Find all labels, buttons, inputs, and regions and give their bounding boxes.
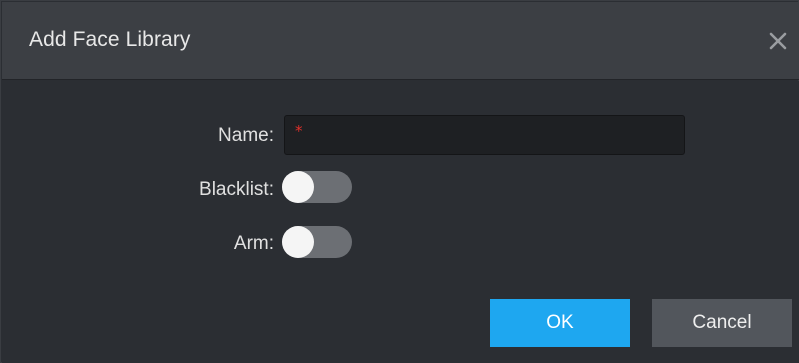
add-face-library-dialog: Add Face Library Name: * Blacklist: Arm:… <box>0 0 799 363</box>
blacklist-toggle[interactable] <box>282 171 352 203</box>
toggle-knob <box>282 171 314 203</box>
toggle-knob <box>282 226 314 258</box>
close-button[interactable] <box>763 26 793 56</box>
ok-button[interactable]: OK <box>490 299 630 347</box>
dialog-titlebar: Add Face Library <box>2 2 799 80</box>
name-label: Name: <box>218 125 274 146</box>
required-marker: * <box>295 122 303 140</box>
name-field[interactable]: * <box>284 115 685 155</box>
blacklist-label: Blacklist: <box>199 179 274 200</box>
name-input[interactable] <box>309 120 679 150</box>
close-icon <box>769 32 787 50</box>
arm-label: Arm: <box>233 233 274 254</box>
dialog-title: Add Face Library <box>29 28 191 51</box>
arm-toggle[interactable] <box>282 226 352 258</box>
cancel-button[interactable]: Cancel <box>652 299 792 347</box>
dialog-body: Name: * Blacklist: Arm: OK Cancel <box>2 81 799 363</box>
